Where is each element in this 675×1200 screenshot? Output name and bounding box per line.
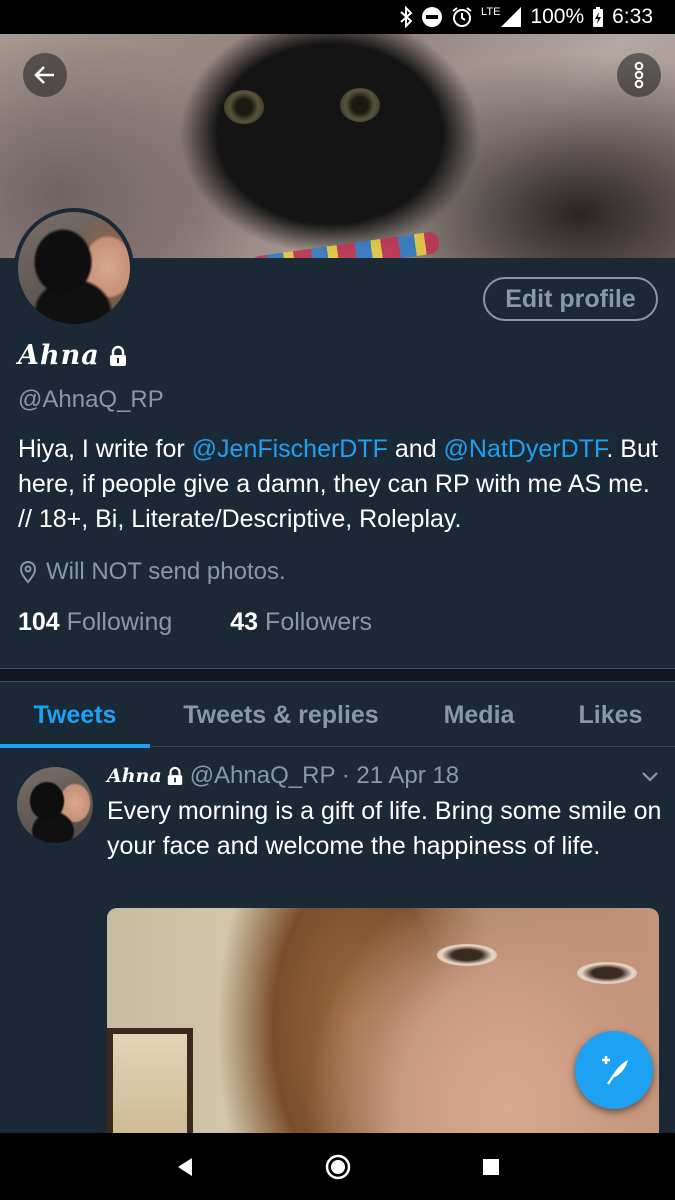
cat-collar	[249, 230, 441, 258]
followers-count: 43	[230, 608, 259, 636]
status-bar: LTE 100% 6:33	[0, 0, 675, 34]
tab-media[interactable]: Media	[412, 683, 546, 747]
profile-tabs: Tweets Tweets & replies Media Likes	[0, 683, 675, 748]
profile-bio: Hiya, I write for @JenFischerDTF and @Na…	[18, 432, 658, 537]
system-nav-bar	[0, 1133, 675, 1200]
do-not-disturb-icon	[422, 7, 443, 27]
tweet-media-image[interactable]	[107, 908, 659, 1138]
network-type: LTE	[481, 6, 501, 18]
following-stat[interactable]: 104 Following	[18, 608, 172, 637]
tab-tweets-replies[interactable]: Tweets & replies	[150, 683, 412, 747]
lock-icon	[167, 766, 182, 785]
cat-eye-left	[224, 90, 264, 124]
clock: 6:33	[612, 5, 653, 28]
home-circle-icon[interactable]	[324, 1153, 352, 1181]
alarm-icon	[452, 7, 472, 27]
profile-stats: 104 Following 43 Followers	[18, 608, 372, 637]
mention-link-jenfischer[interactable]: @JenFischerDTF	[192, 435, 388, 463]
back-triangle-icon[interactable]	[175, 1156, 195, 1178]
bio-text: Hiya, I write for	[18, 435, 192, 463]
tweet-avatar[interactable]	[17, 767, 93, 843]
chevron-down-icon[interactable]	[640, 770, 660, 784]
bluetooth-icon	[400, 6, 413, 28]
compose-tweet-button[interactable]	[575, 1031, 653, 1109]
battery-charging-icon	[593, 7, 604, 27]
edit-profile-button[interactable]: Edit profile	[483, 277, 658, 321]
face-eye-left	[437, 944, 497, 966]
tweet-author-name: Ahna	[107, 765, 162, 787]
cat-eye-right	[340, 88, 380, 122]
more-options-button[interactable]	[617, 53, 661, 97]
location-pin-icon	[19, 561, 37, 584]
location-text: Will NOT send photos.	[46, 558, 286, 585]
battery-percent: 100%	[530, 5, 585, 28]
back-button[interactable]	[23, 53, 67, 97]
recents-square-icon[interactable]	[481, 1157, 501, 1177]
mention-link-natdyer[interactable]: @NatDyerDTF	[444, 435, 607, 463]
tweet-author[interactable]: Ahna	[107, 765, 184, 787]
profile-location: Will NOT send photos.	[18, 558, 286, 586]
compose-tweet-icon	[602, 1056, 628, 1085]
display-name: Ahna	[18, 340, 128, 371]
more-vertical-icon	[634, 61, 644, 89]
following-label: Following	[66, 608, 173, 636]
tab-tweets[interactable]: Tweets	[0, 683, 150, 748]
bio-text: and	[387, 435, 444, 463]
wall-painting	[107, 1028, 193, 1138]
tweet-handle-date: @AhnaQ_RP · 21 Apr 18	[189, 762, 460, 789]
tab-likes[interactable]: Likes	[546, 683, 675, 747]
profile-avatar[interactable]	[14, 208, 134, 328]
signal-icon	[501, 7, 522, 27]
followers-stat[interactable]: 43 Followers	[230, 608, 372, 637]
arrow-left-icon	[34, 66, 54, 84]
tweet-header: Ahna @AhnaQ_RP · 21 Apr 18	[107, 762, 459, 790]
lock-icon	[109, 345, 126, 366]
tweet-text: Every morning is a gift of life. Bring s…	[107, 797, 662, 860]
following-count: 104	[18, 608, 60, 636]
followers-label: Followers	[265, 608, 373, 636]
display-name-text: Ahna	[18, 340, 100, 371]
section-divider	[0, 668, 675, 682]
face-eye-right	[577, 962, 637, 984]
profile-handle: @AhnaQ_RP	[18, 386, 164, 413]
